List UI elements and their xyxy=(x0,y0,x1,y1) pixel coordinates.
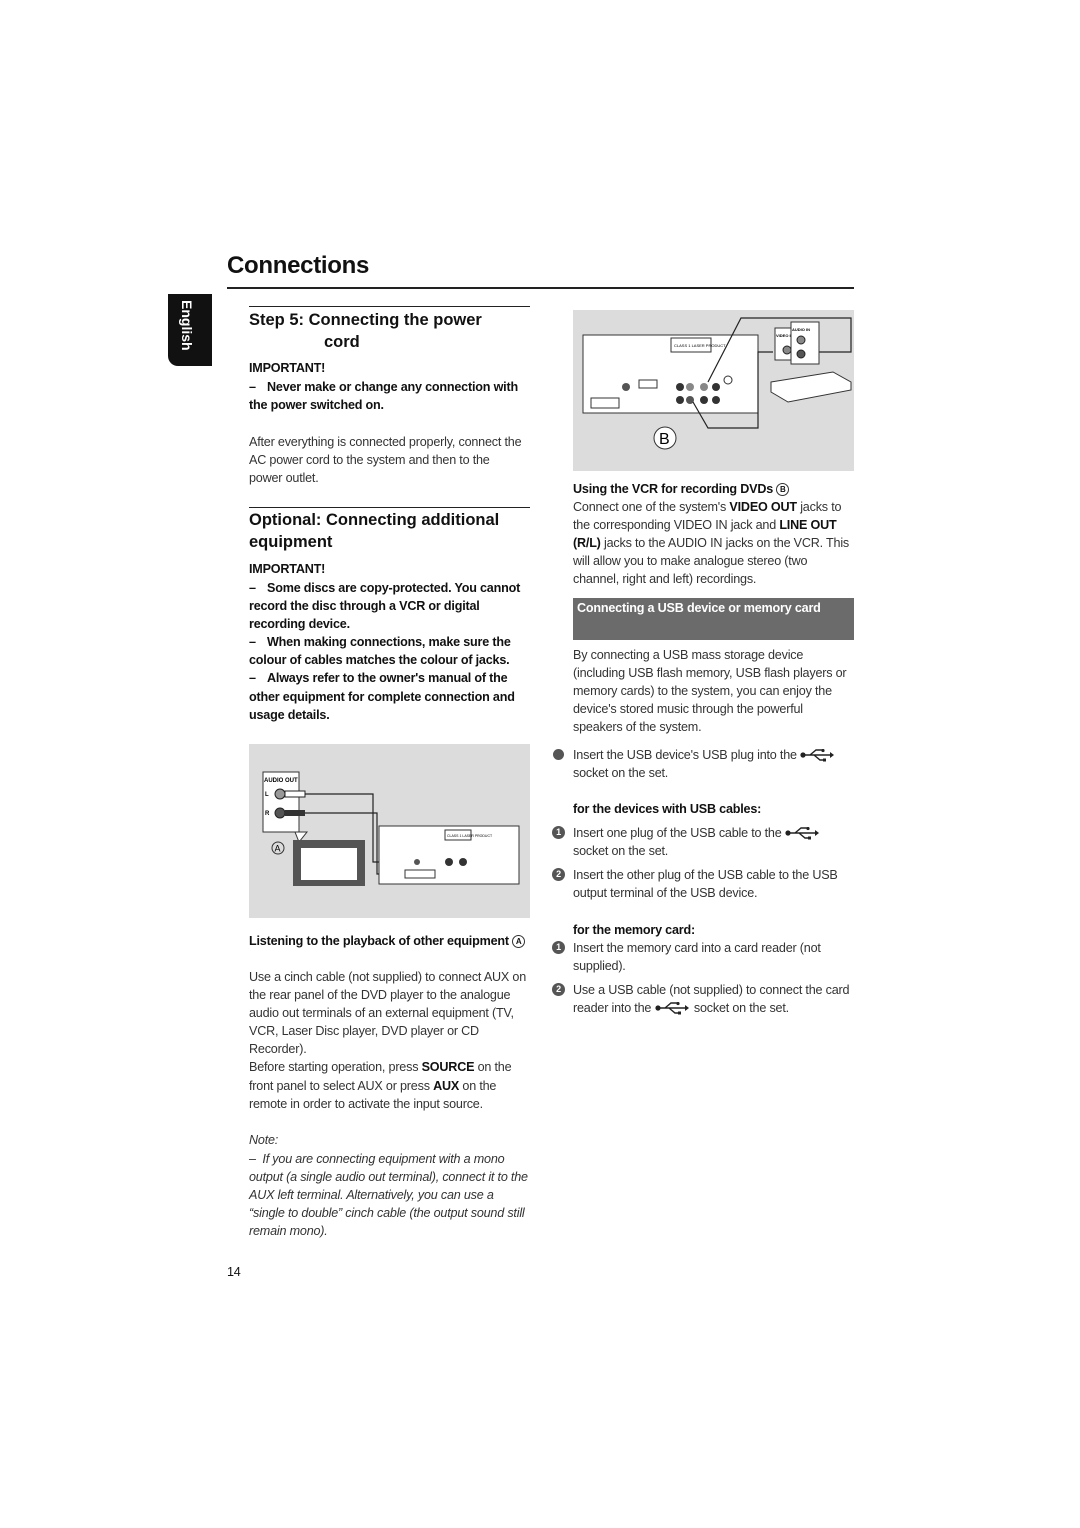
audio-in-label: AUDIO IN xyxy=(792,327,810,332)
r-label: R xyxy=(265,811,270,817)
l-label: L xyxy=(265,792,269,798)
usb-icon xyxy=(800,748,835,762)
paragraph: Before starting operation, press SOURCE … xyxy=(249,1058,532,1112)
usb-section-banner: Connecting a USB device or memory card xyxy=(573,598,854,640)
plug-l xyxy=(284,790,306,798)
page-number: 14 xyxy=(227,1265,241,1279)
class-label: CLASS 1 LASER PRODUCT xyxy=(447,834,493,838)
text: Insert one plug of the USB cable to the xyxy=(573,826,782,840)
note-label: Note: xyxy=(249,1133,279,1147)
plug-r xyxy=(285,810,305,816)
text: Insert the USB device's USB plug into th… xyxy=(573,748,797,762)
step-number-2: 2 xyxy=(552,868,565,881)
step-number-2: 2 xyxy=(552,983,565,996)
card-step-1: 1 Insert the memory card into a card read… xyxy=(552,939,855,975)
text: Before starting operation, press xyxy=(249,1060,422,1075)
important-label: IMPORTANT! xyxy=(249,562,326,576)
heading-text: Using the VCR for recording DVDs xyxy=(573,482,774,496)
video-out-term: VIDEO OUT xyxy=(729,500,797,515)
listening-heading: Listening to the playback of other equip… xyxy=(249,932,532,950)
diagram-b-marker: B xyxy=(659,431,670,448)
warning-list: – Some discs are copy-protected. You cann… xyxy=(249,579,532,724)
heading-line: cord xyxy=(324,333,360,351)
usb-icon xyxy=(654,1001,690,1015)
jack-l xyxy=(274,788,286,800)
source-key: SOURCE xyxy=(421,1060,475,1075)
step5-heading: Step 5: Connecting the power cord xyxy=(249,309,534,353)
diagram-a: AUDIO OUT L R A CLASS 1 LASER PRODUCT xyxy=(249,744,530,918)
text: Insert the other plug of the USB cable t… xyxy=(573,868,838,901)
bullet-icon xyxy=(553,749,564,760)
important-label: IMPORTANT! xyxy=(249,361,326,375)
section-rule xyxy=(249,507,530,508)
jack-r xyxy=(274,807,286,819)
section-rule xyxy=(249,306,530,307)
paragraph: Use a cinch cable (not supplied) to conn… xyxy=(249,970,527,1057)
cables-step-1: 1 Insert one plug of the USB cable to the… xyxy=(552,824,855,860)
aux-key: AUX xyxy=(433,1078,460,1093)
cables-step-2: 2 Insert the other plug of the USB cable … xyxy=(552,866,855,902)
vcr-body: Connect one of the system's VIDEO OUT ja… xyxy=(573,498,855,588)
text: socket on the set. xyxy=(573,766,669,781)
marker-b: B xyxy=(776,483,790,496)
warning-item: – Always refer to the owner's manual of t… xyxy=(249,671,515,722)
step-number-1: 1 xyxy=(552,941,565,954)
listening-body: Use a cinch cable (not supplied) to conn… xyxy=(249,968,532,1113)
vcr-section: Using the VCR for recording DVDs B Conne… xyxy=(573,480,855,589)
cables-heading: for the devices with USB cables: xyxy=(573,802,762,816)
vcr-heading: Using the VCR for recording DVDs B xyxy=(573,480,855,498)
warning-item: – Some discs are copy-protected. You cann… xyxy=(249,581,521,632)
page-title: Connections xyxy=(227,252,370,279)
warning-item: – When making connections, make sure the … xyxy=(249,635,511,668)
text: jacks to the AUDIO IN jacks on the VCR. … xyxy=(573,536,850,587)
tv-screen xyxy=(301,848,357,880)
warning: Always refer to the owner's manual of th… xyxy=(249,671,515,722)
warning-text: – Never make or change any connection wit… xyxy=(249,380,518,413)
marker-a: A xyxy=(512,935,526,948)
diagram-b-illustration: CLASS 1 LASER PRODUCT VIDEO IN AUDIO IN … xyxy=(582,317,852,450)
warning: Never make or change any connection with… xyxy=(249,380,518,413)
usb-intro: By connecting a USB mass storage device … xyxy=(573,648,847,735)
note-text: – If you are connecting equipment with a… xyxy=(249,1152,528,1239)
diagram-a-illustration: AUDIO OUT L R A CLASS 1 LASER PRODUCT xyxy=(262,771,520,886)
step5-body: After everything is connected properly, … xyxy=(249,435,522,486)
usb-banner-title: Connecting a USB device or memory card xyxy=(577,601,821,615)
heading-line: Step 5: Connecting the power xyxy=(249,311,482,329)
text: Insert the memory card into a card reade… xyxy=(573,941,821,974)
diagram-a-marker: A xyxy=(275,844,281,854)
step-number-1: 1 xyxy=(552,826,565,839)
warning: When making connections, make sure the c… xyxy=(249,635,511,668)
language-tab-label: English xyxy=(179,300,195,351)
diagram-b: CLASS 1 LASER PRODUCT VIDEO IN AUDIO IN … xyxy=(573,310,854,471)
vcr-icon xyxy=(770,371,852,403)
warning: Some discs are copy-protected. You canno… xyxy=(249,581,521,632)
optional-heading: Optional: Connecting additional equipmen… xyxy=(249,511,500,551)
language-tab: English xyxy=(168,294,212,366)
card-step-2: 2 Use a USB cable (not supplied) to conne… xyxy=(552,981,855,1017)
card-heading: for the memory card: xyxy=(573,923,695,937)
usb-bullet: Insert the USB device's USB plug into th… xyxy=(553,746,855,782)
usb-icon xyxy=(784,826,820,840)
title-rule xyxy=(227,287,854,289)
heading-text: Listening to the playback of other equip… xyxy=(249,934,509,948)
class-label: CLASS 1 LASER PRODUCT xyxy=(674,343,726,348)
text: socket on the set. xyxy=(693,1001,789,1016)
text: Connect one of the system's xyxy=(573,500,730,515)
audio-out-label: AUDIO OUT xyxy=(264,778,298,784)
text: socket on the set. xyxy=(573,844,669,859)
note-body: If you are connecting equipment with a m… xyxy=(249,1152,528,1239)
